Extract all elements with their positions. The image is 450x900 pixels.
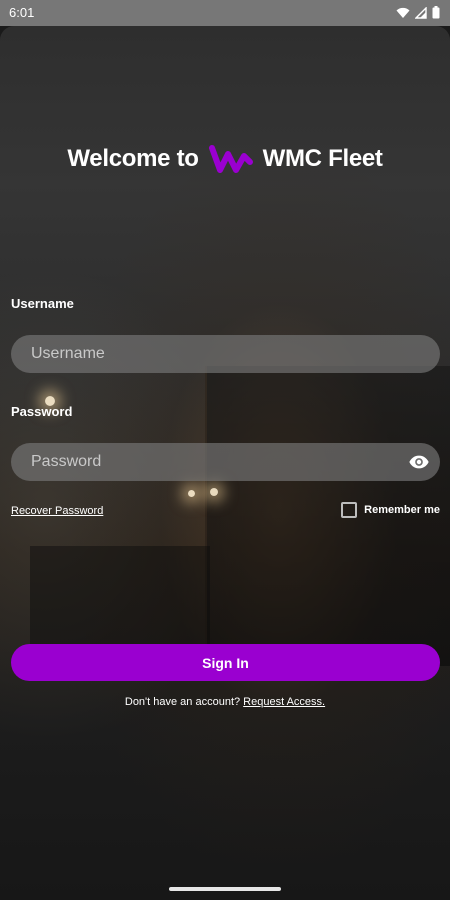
remember-me-label: Remember me [364, 504, 440, 516]
remember-me[interactable]: Remember me [341, 502, 440, 518]
status-icons [396, 6, 440, 19]
recover-password-link[interactable]: Recover Password [11, 505, 103, 517]
request-access-row: Don't have an account? Request Access. [0, 696, 450, 708]
welcome-prefix: Welcome to [67, 145, 199, 172]
cellular-signal-icon [415, 6, 427, 19]
wifi-icon [396, 7, 410, 18]
sign-in-button[interactable]: Sign In [11, 644, 440, 681]
password-field [11, 443, 440, 481]
battery-icon [432, 6, 440, 19]
remember-me-checkbox[interactable] [341, 502, 358, 518]
password-input[interactable] [11, 443, 440, 481]
username-input[interactable] [11, 335, 440, 373]
background-light [188, 490, 195, 497]
username-label: Username [11, 296, 74, 311]
eye-icon[interactable] [408, 451, 430, 473]
background-light [210, 488, 218, 496]
password-label: Password [11, 404, 73, 419]
welcome-title: Welcome to WMC Fleet [0, 134, 450, 184]
status-time: 6:01 [9, 5, 35, 20]
username-field [11, 335, 440, 373]
brand-name: WMC Fleet [262, 145, 383, 172]
status-bar: 6:01 [0, 0, 450, 26]
request-access-link[interactable]: Request Access. [243, 696, 325, 708]
home-indicator[interactable] [169, 887, 281, 891]
wmc-logo-icon [208, 145, 253, 173]
request-access-prompt: Don't have an account? [124, 696, 244, 708]
